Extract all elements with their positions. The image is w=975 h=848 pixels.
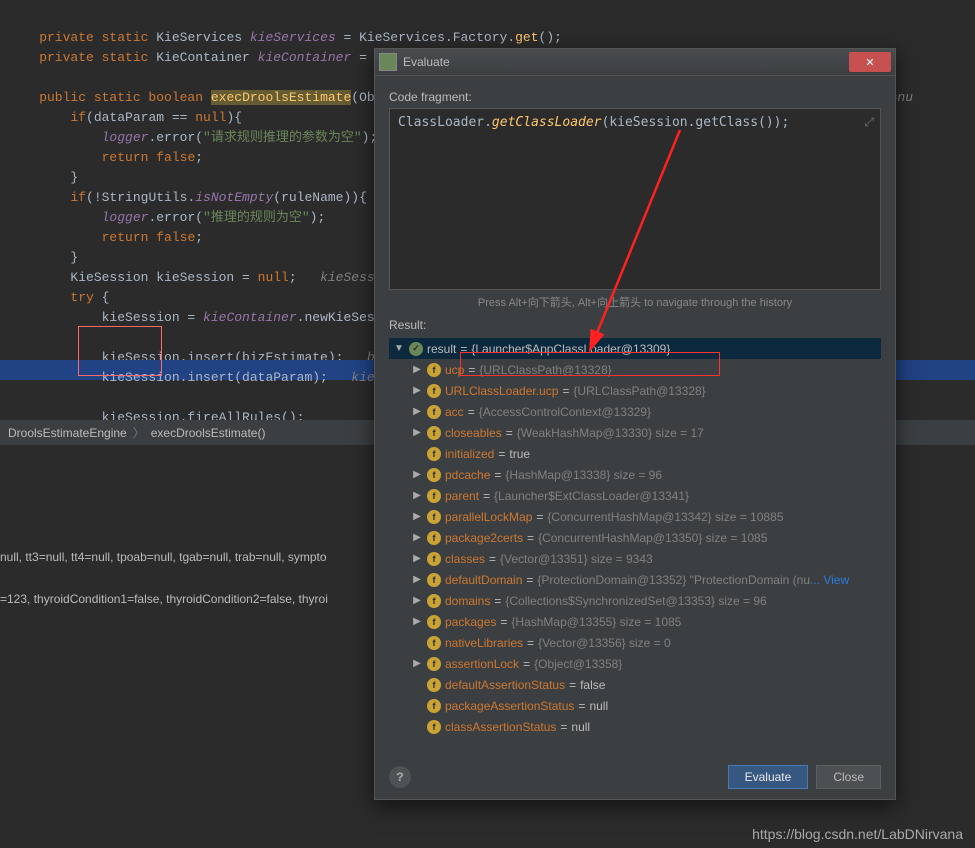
field-icon: f [427, 552, 441, 566]
breadcrumb-class[interactable]: DroolsEstimateEngine [8, 426, 127, 440]
tree-row[interactable]: ▶fdefaultDomain={ProtectionDomain@13352}… [389, 569, 881, 590]
field-icon: f [427, 426, 441, 440]
evaluate-dialog: Evaluate ✕ Code fragment: ClassLoader.ge… [374, 48, 896, 800]
dialog-titlebar[interactable]: Evaluate ✕ [375, 49, 895, 76]
tree-row[interactable]: fpackageAssertionStatus=null [389, 695, 881, 716]
watermark: https://blog.csdn.net/LabDNirvana [752, 826, 963, 842]
tree-row[interactable]: ▶fclasses={Vector@13351} size = 9343 [389, 548, 881, 569]
field-icon: f [427, 447, 441, 461]
field-icon: f [427, 363, 441, 377]
view-link[interactable]: ... View [810, 573, 849, 587]
evaluate-button[interactable]: Evaluate [728, 765, 809, 789]
result-icon: ✓ [409, 342, 423, 356]
chevron-right-icon[interactable]: ▶ [411, 385, 423, 396]
tree-row[interactable]: ▶fpackage2certs={ConcurrentHashMap@13350… [389, 527, 881, 548]
watch-line-2: =123, thyroidCondition1=false, thyroidCo… [0, 592, 328, 606]
chevron-right-icon[interactable]: ▶ [411, 553, 423, 564]
field-icon: f [427, 615, 441, 629]
field-icon: f [427, 699, 441, 713]
chevron-right-icon[interactable]: ▶ [411, 532, 423, 543]
field-icon: f [427, 594, 441, 608]
tree-row[interactable]: ▶fpdcache={HashMap@13338} size = 96 [389, 464, 881, 485]
field-icon: f [427, 468, 441, 482]
code-fragment-input[interactable]: ClassLoader.getClassLoader(kieSession.ge… [389, 108, 881, 290]
close-icon[interactable]: ✕ [849, 52, 891, 72]
field-icon: f [427, 489, 441, 503]
result-label: Result: [389, 318, 881, 332]
chevron-right-icon[interactable]: ▶ [411, 427, 423, 438]
nav-hint: Press Alt+向下箭头, Alt+向上箭头 to navigate thr… [389, 290, 881, 314]
dialog-icon [379, 53, 397, 71]
watch-line-1: null, tt3=null, tt4=null, tpoab=null, tg… [0, 550, 327, 564]
tree-row[interactable]: ▶fURLClassLoader.ucp={URLClassPath@13328… [389, 380, 881, 401]
chevron-right-icon[interactable]: ▶ [411, 511, 423, 522]
chevron-right-icon[interactable]: ▶ [411, 406, 423, 417]
tree-row[interactable]: fdefaultAssertionStatus=false [389, 674, 881, 695]
code-fragment-label: Code fragment: [389, 90, 881, 104]
chevron-right-icon[interactable]: ▶ [411, 616, 423, 627]
tree-row[interactable]: finitialized=true [389, 443, 881, 464]
field-icon: f [427, 531, 441, 545]
tree-row[interactable]: ▶fparent={Launcher$ExtClassLoader@13341} [389, 485, 881, 506]
expand-icon[interactable]: ⤢ [864, 115, 874, 130]
tree-row[interactable]: ▶fdomains={Collections$SynchronizedSet@1… [389, 590, 881, 611]
help-icon[interactable]: ? [389, 766, 411, 788]
result-tree[interactable]: ▼ ✓ result = {Launcher$AppClassLoader@13… [389, 336, 881, 755]
close-button[interactable]: Close [816, 765, 881, 789]
tree-row[interactable]: ▶facc={AccessControlContext@13329} [389, 401, 881, 422]
tree-row[interactable]: ▶fpackages={HashMap@13355} size = 1085 [389, 611, 881, 632]
tree-row[interactable]: ▶fassertionLock={Object@13358} [389, 653, 881, 674]
chevron-right-icon[interactable]: ▶ [411, 595, 423, 606]
field-icon: f [427, 720, 441, 734]
tree-row[interactable]: ▶fparallelLockMap={ConcurrentHashMap@133… [389, 506, 881, 527]
chevron-right-icon[interactable]: ▶ [411, 469, 423, 480]
tree-row[interactable]: fnativeLibraries={Vector@13356} size = 0 [389, 632, 881, 653]
field-icon: f [427, 636, 441, 650]
field-icon: f [427, 384, 441, 398]
field-icon: f [427, 657, 441, 671]
field-icon: f [427, 573, 441, 587]
chevron-right-icon[interactable]: ▶ [411, 574, 423, 585]
chevron-right-icon[interactable]: ▶ [411, 658, 423, 669]
chevron-right-icon[interactable]: ▶ [411, 364, 423, 375]
chevron-down-icon[interactable]: ▼ [393, 343, 405, 354]
dialog-title: Evaluate [403, 55, 849, 69]
field-icon: f [427, 678, 441, 692]
field-icon: f [427, 510, 441, 524]
breadcrumb-method[interactable]: execDroolsEstimate() [151, 426, 266, 440]
tree-row[interactable]: ▶fucp={URLClassPath@13328} [389, 359, 881, 380]
tree-root[interactable]: ▼ ✓ result = {Launcher$AppClassLoader@13… [389, 338, 881, 359]
tree-row[interactable]: fclassAssertionStatus=null [389, 716, 881, 737]
field-icon: f [427, 405, 441, 419]
chevron-right-icon[interactable]: ▶ [411, 490, 423, 501]
tree-row[interactable]: ▶fcloseables={WeakHashMap@13330} size = … [389, 422, 881, 443]
